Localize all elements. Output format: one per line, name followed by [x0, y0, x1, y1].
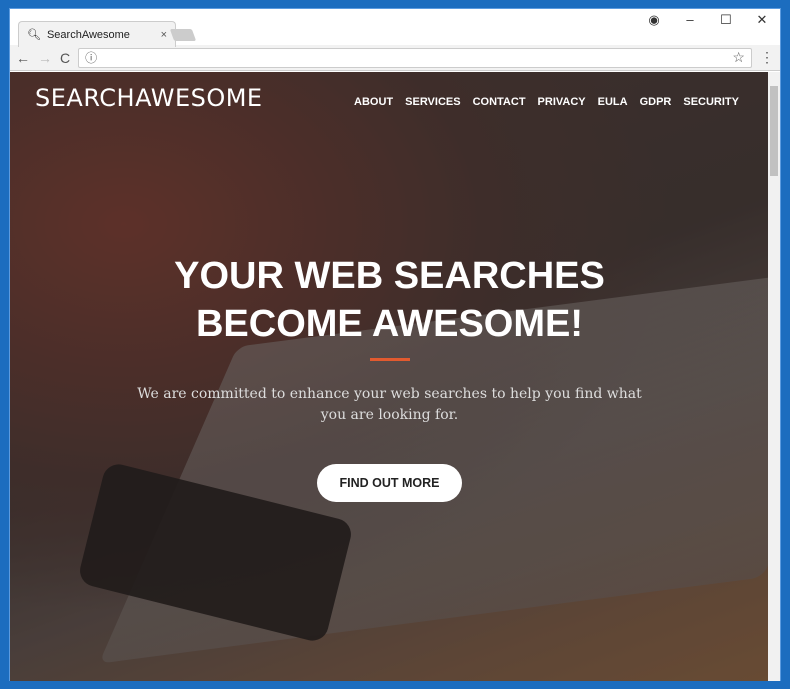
nav-privacy[interactable]: PRIVACY: [538, 96, 586, 108]
tab-title: SearchAwesome: [46, 28, 130, 41]
scrollbar-thumb[interactable]: [770, 86, 778, 176]
site-logo[interactable]: SEARCHAWESOME: [35, 84, 263, 112]
browser-window: 🔍︎ SearchAwesome × ◉ – ☐ ✕ ← → C ⓘ ☆ ⋮ S…: [9, 8, 781, 681]
new-tab-button[interactable]: [169, 29, 197, 41]
page-content: SEARCHAWESOME ABOUT SERVICES CONTACT PRI…: [10, 72, 769, 681]
close-button[interactable]: ✕: [744, 9, 780, 31]
hero-headline: YOUR WEB SEARCHES BECOME AWESOME!: [174, 255, 605, 345]
nav-security[interactable]: SECURITY: [683, 96, 739, 108]
menu-icon[interactable]: ⋮: [760, 49, 774, 66]
maximize-button[interactable]: ☐: [708, 9, 744, 31]
site-nav: ABOUT SERVICES CONTACT PRIVACY EULA GDPR…: [354, 96, 739, 108]
tab-searchawesome[interactable]: 🔍︎ SearchAwesome ×: [18, 21, 176, 47]
reload-icon[interactable]: C: [60, 50, 70, 66]
accent-divider: [370, 358, 410, 361]
bookmark-star-icon[interactable]: ☆: [732, 49, 745, 66]
nav-about[interactable]: ABOUT: [354, 96, 393, 108]
search-icon: 🔍︎: [27, 29, 41, 41]
nav-gdpr[interactable]: GDPR: [640, 96, 672, 108]
nav-eula[interactable]: EULA: [598, 96, 628, 108]
browser-toolbar: ← → C ⓘ ☆ ⋮: [10, 45, 780, 71]
hero-subtext: We are committed to enhance your web sea…: [137, 386, 642, 423]
back-icon[interactable]: ←: [16, 50, 30, 66]
info-icon[interactable]: ⓘ: [85, 49, 97, 66]
address-bar[interactable]: ⓘ ☆: [78, 47, 752, 68]
find-out-more-button[interactable]: FIND OUT MORE: [317, 464, 462, 502]
forward-icon[interactable]: →: [38, 50, 52, 66]
profile-icon[interactable]: ◉: [636, 9, 672, 31]
nav-services[interactable]: SERVICES: [405, 96, 460, 108]
nav-contact[interactable]: CONTACT: [473, 96, 526, 108]
tab-close-icon[interactable]: ×: [161, 29, 167, 41]
title-bar: 🔍︎ SearchAwesome × ◉ – ☐ ✕: [10, 9, 780, 47]
minimize-button[interactable]: –: [672, 9, 708, 31]
scrollbar[interactable]: [768, 72, 780, 681]
